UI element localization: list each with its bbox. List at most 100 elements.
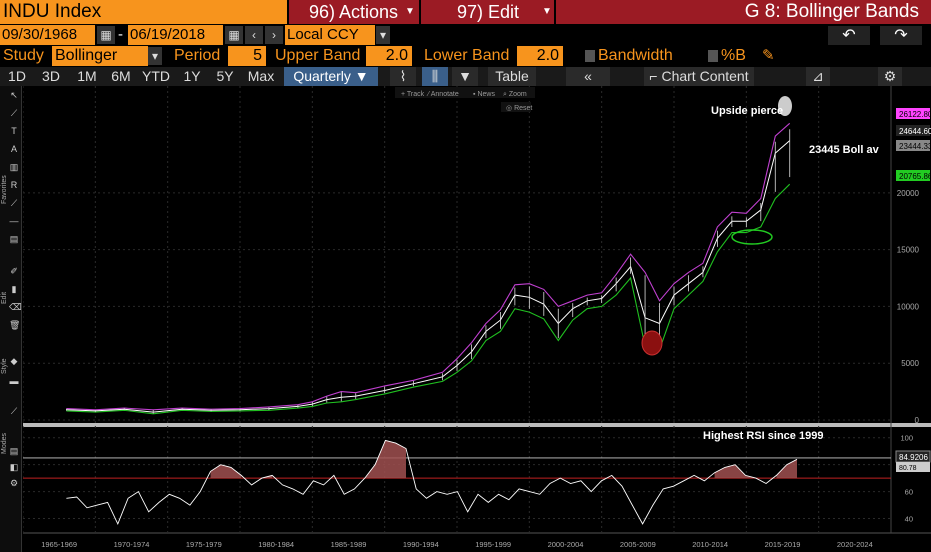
period-1y-button[interactable]: 1Y <box>176 67 208 86</box>
track-tool[interactable]: + Track <box>401 91 425 98</box>
next-arrow-icon[interactable]: › <box>265 26 283 44</box>
prev-arrow-icon[interactable]: ‹ <box>245 26 263 44</box>
style-icon[interactable]: ▬ <box>9 376 19 386</box>
annotate-tool[interactable]: ⁄ Annotate <box>426 91 459 98</box>
pctb-checkbox[interactable] <box>708 50 718 62</box>
text-tool-icon[interactable]: T <box>9 126 19 136</box>
marker-icon[interactable]: ▮ <box>9 284 19 294</box>
actions-caret-icon: ▼ <box>405 6 415 17</box>
color-palette-icon[interactable]: ◆ <box>9 356 19 366</box>
currency-select[interactable]: Local CCY <box>285 25 375 45</box>
period-3d-button[interactable]: 3D <box>34 67 68 86</box>
period-max-button[interactable]: Max <box>242 67 280 86</box>
trend-icon[interactable]: ⟋ <box>9 198 19 208</box>
redo-button[interactable]: ↷ <box>880 26 922 45</box>
study-bar: Study Bollinger ▾ Period 5 Upper Band 2.… <box>0 46 931 66</box>
y-tick-label: 20000 <box>897 189 920 198</box>
lower-band-input[interactable]: 2.0 <box>517 46 563 66</box>
panel-divider <box>23 423 931 427</box>
start-date-field[interactable]: 09/30/1968 <box>0 25 95 45</box>
edit-section-label: Edit <box>1 291 8 304</box>
annotation-boll-av: 23445 Boll av <box>809 144 880 156</box>
end-date-field[interactable]: 06/19/2018 <box>128 25 223 45</box>
chart-content-button[interactable]: ⌐ Chart Content <box>644 67 754 86</box>
edit-menu-button[interactable]: 97) Edit <box>421 0 554 24</box>
date-separator: - <box>118 26 123 43</box>
pencil-icon[interactable]: ✎ <box>762 46 775 66</box>
news-tool[interactable]: ▪ News <box>473 91 495 98</box>
line-style-icon[interactable]: ⟋ <box>9 406 19 416</box>
chevron-down-icon[interactable]: ▾ <box>148 47 162 65</box>
title-bar: INDU Index 96) Actions ▼ 97) Edit ▼ G 8:… <box>0 0 931 24</box>
fib-icon[interactable]: R <box>9 180 19 190</box>
study-select[interactable]: Bollinger <box>52 46 148 66</box>
collapse-panel-icon[interactable]: « <box>566 67 610 86</box>
hline-icon[interactable]: — <box>9 216 19 226</box>
x-tick-label: 2015-2019 <box>765 540 801 549</box>
annotation-upside-pierce: Upside pierce <box>711 105 783 117</box>
period-label: Period <box>174 47 221 64</box>
x-tick-label: 2000-2004 <box>548 540 584 549</box>
lower-band-label: Lower Band <box>424 47 510 64</box>
chevron-down-icon[interactable]: ▾ <box>376 26 390 44</box>
erase-icon[interactable]: ⌫ <box>9 302 22 312</box>
color-mode-icon[interactable]: ◧ <box>9 462 19 472</box>
mode-icon[interactable]: ▤ <box>9 446 19 456</box>
reset-button[interactable]: ◎ Reset <box>506 105 532 112</box>
gear-icon[interactable]: ⚙ <box>878 67 902 86</box>
delete-icon[interactable]: 🗑 <box>9 320 20 330</box>
chart-content-icon: ⌐ <box>649 68 658 84</box>
upper-band-input[interactable]: 2.0 <box>366 46 412 66</box>
last-price-tag-label: 24644.60 <box>899 127 931 136</box>
period-toolbar: 1D 3D 1M 6M YTD 1Y 5Y Max Quarterly ▼ ⌇ … <box>0 67 931 86</box>
bars-icon[interactable]: ▥ <box>9 162 19 172</box>
period-1m-button[interactable]: 1M <box>70 67 104 86</box>
y-tick-label: 0 <box>915 416 920 425</box>
line-chart-icon[interactable]: ⌇ <box>390 67 416 86</box>
upper-band-tag-label: 26122.80 <box>899 110 931 119</box>
bollinger-chart[interactable]: + Track ⁄ Annotate ▪ News ⌕ Zoom ◎ Reset… <box>22 86 931 552</box>
annotation-highest-rsi: Highest RSI since 1999 <box>703 430 823 442</box>
rsi-tick-label: 60 <box>905 488 913 497</box>
frequency-select[interactable]: Quarterly ▼ <box>284 67 378 86</box>
zoom-tool[interactable]: ⌕ Zoom <box>503 91 527 98</box>
period-ytd-button[interactable]: YTD <box>138 67 174 86</box>
undo-button[interactable]: ↶ <box>828 26 870 45</box>
pointer-icon[interactable]: ↖ <box>9 90 19 100</box>
frequency-label: Quarterly <box>293 68 351 84</box>
crash-low-marker <box>641 330 663 356</box>
rsi-secondary-tag-label: 80.78 <box>899 465 917 472</box>
mid-band-tag-label: 23444.33 <box>899 142 931 151</box>
style-section-label: Style <box>1 358 8 374</box>
favorites-label: Favorites <box>1 175 8 204</box>
rsi-tag-label: 84.9206 <box>899 453 928 462</box>
period-input[interactable]: 5 <box>228 46 266 66</box>
period-5y-button[interactable]: 5Y <box>210 67 240 86</box>
x-tick-label: 1990-1994 <box>403 540 439 549</box>
calendar-icon[interactable]: ▦ <box>97 26 115 44</box>
chart-type-dropdown-icon[interactable]: ▼ <box>452 67 478 86</box>
edit-tool-icon[interactable]: ✐ <box>9 266 19 276</box>
x-tick-label: 2005-2009 <box>620 540 656 549</box>
settings-small-icon[interactable]: ⚙ <box>9 478 19 488</box>
edit-chart-icon[interactable]: ⊿ <box>806 67 830 86</box>
line-draw-icon[interactable]: ⟋ <box>9 108 19 118</box>
period-6m-button[interactable]: 6M <box>106 67 136 86</box>
x-tick-label: 1995-1999 <box>475 540 511 549</box>
y-tick-label: 10000 <box>897 302 920 311</box>
calendar-icon[interactable]: ▦ <box>225 26 243 44</box>
actions-menu-button[interactable]: 96) Actions <box>289 0 419 24</box>
bandwidth-label: Bandwidth <box>598 47 673 64</box>
channel-icon[interactable]: ▤ <box>9 234 19 244</box>
study-label: Study <box>3 47 44 64</box>
table-button[interactable]: Table <box>488 67 536 86</box>
annotate-icon[interactable]: A <box>9 144 19 154</box>
period-1d-button[interactable]: 1D <box>2 67 32 86</box>
bar-chart-icon[interactable]: ⫼ <box>422 67 448 86</box>
chart-panel[interactable]: + Track ⁄ Annotate ▪ News ⌕ Zoom ◎ Reset… <box>22 86 931 552</box>
x-tick-label: 1975-1979 <box>186 540 222 549</box>
actions-label: 96) Actions <box>309 2 399 22</box>
ticker-field[interactable]: INDU Index <box>0 0 287 24</box>
bandwidth-checkbox[interactable] <box>585 50 595 62</box>
x-tick-label: 1965-1969 <box>41 540 77 549</box>
